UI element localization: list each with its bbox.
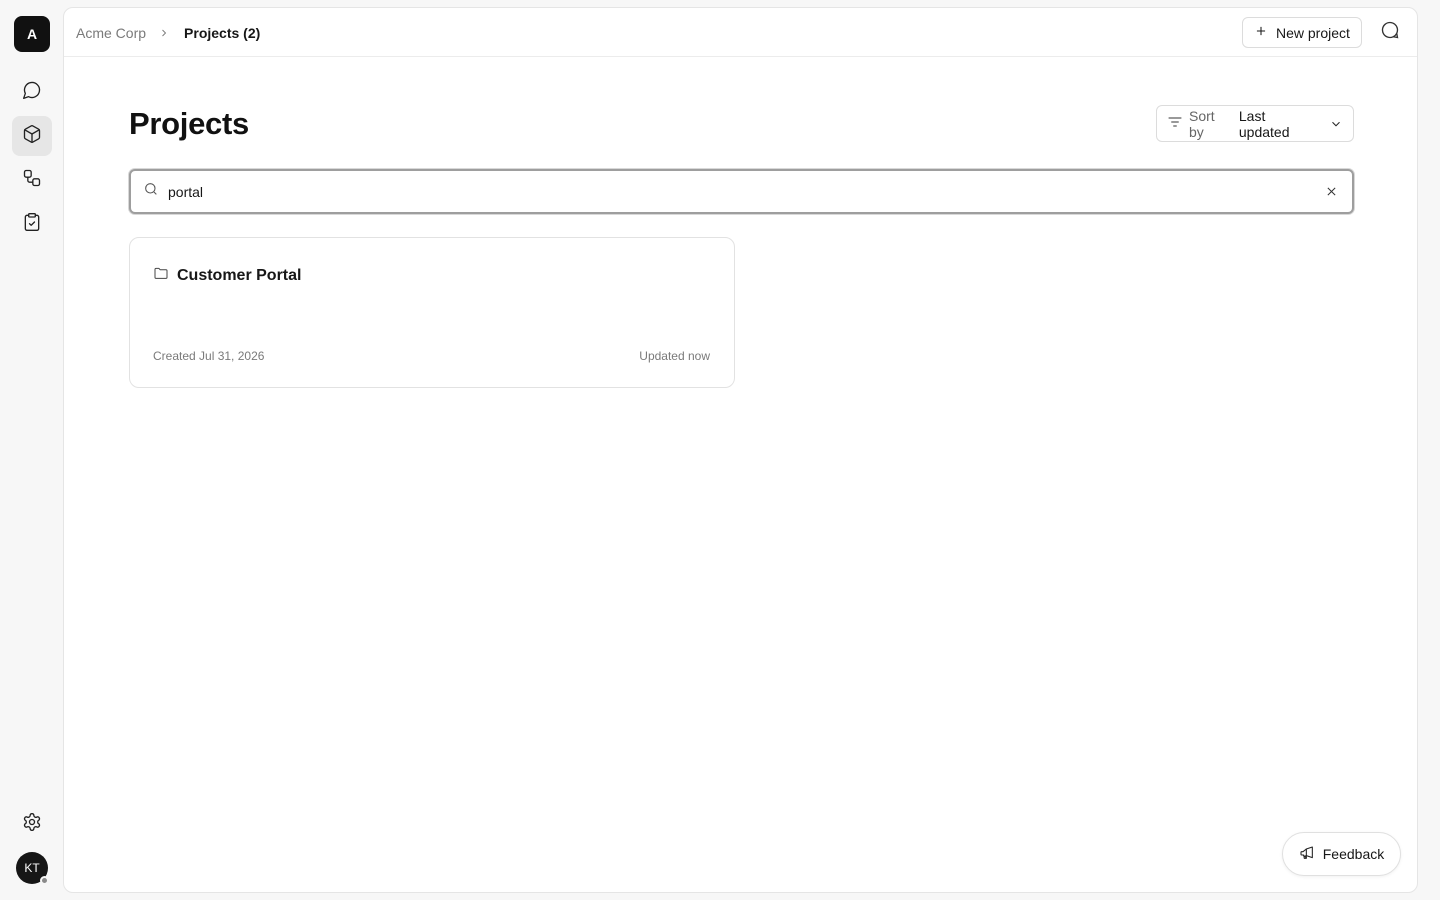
settings-button[interactable] (12, 804, 52, 844)
rail-item-projects[interactable] (12, 116, 52, 156)
new-project-button[interactable]: New project (1242, 17, 1362, 48)
user-status-dot (40, 876, 49, 885)
feedback-button[interactable]: Feedback (1282, 832, 1401, 876)
plus-icon (1254, 24, 1268, 41)
project-name: Customer Portal (177, 266, 302, 284)
filter-lines-icon (1167, 114, 1183, 133)
search-input[interactable] (168, 183, 1322, 200)
megaphone-icon (1299, 845, 1315, 864)
workflow-icon (22, 168, 42, 193)
close-icon (1326, 187, 1336, 196)
message-circle-icon (22, 80, 42, 105)
rail-item-tasks[interactable] (12, 204, 52, 244)
rail-item-workflows[interactable] (12, 160, 52, 200)
breadcrumb: Acme Corp Projects (2) (76, 8, 260, 57)
project-updated-time: Updated now (639, 349, 710, 363)
chat-button[interactable] (1378, 20, 1402, 44)
page-title: Projects (129, 106, 249, 141)
sort-dropdown[interactable]: Sort by Last updated (1156, 105, 1354, 142)
clear-search-button[interactable] (1322, 183, 1340, 201)
org-avatar[interactable]: A (14, 16, 50, 52)
search-icon (143, 181, 159, 202)
left-rail: A KT (0, 0, 64, 900)
chevron-down-icon (1329, 117, 1343, 131)
search-box (129, 169, 1354, 214)
breadcrumb-org-link[interactable]: Acme Corp (76, 25, 146, 41)
project-created-date: Created Jul 31, 2026 (153, 349, 265, 363)
new-project-label: New project (1276, 24, 1350, 41)
project-card-header: Customer Portal (153, 265, 301, 286)
main-panel: Acme Corp Projects (2) New project Proje… (63, 7, 1418, 893)
clipboard-check-icon (22, 212, 42, 237)
sort-prefix: Sort by (1189, 107, 1215, 140)
chat-bubble-icon (1380, 20, 1400, 45)
box-icon (22, 124, 42, 149)
sort-value: Last updated (1238, 107, 1290, 140)
project-card[interactable]: Customer Portal Created Jul 31, 2026 Upd… (129, 237, 735, 388)
breadcrumb-current: Projects (2) (184, 24, 261, 41)
rail-item-chats[interactable] (12, 72, 52, 112)
folder-icon (153, 265, 169, 286)
feedback-label: Feedback (1322, 846, 1385, 862)
gear-icon (22, 812, 42, 837)
chevron-right-icon (158, 27, 170, 39)
top-bar: Acme Corp Projects (2) New project (64, 8, 1417, 57)
